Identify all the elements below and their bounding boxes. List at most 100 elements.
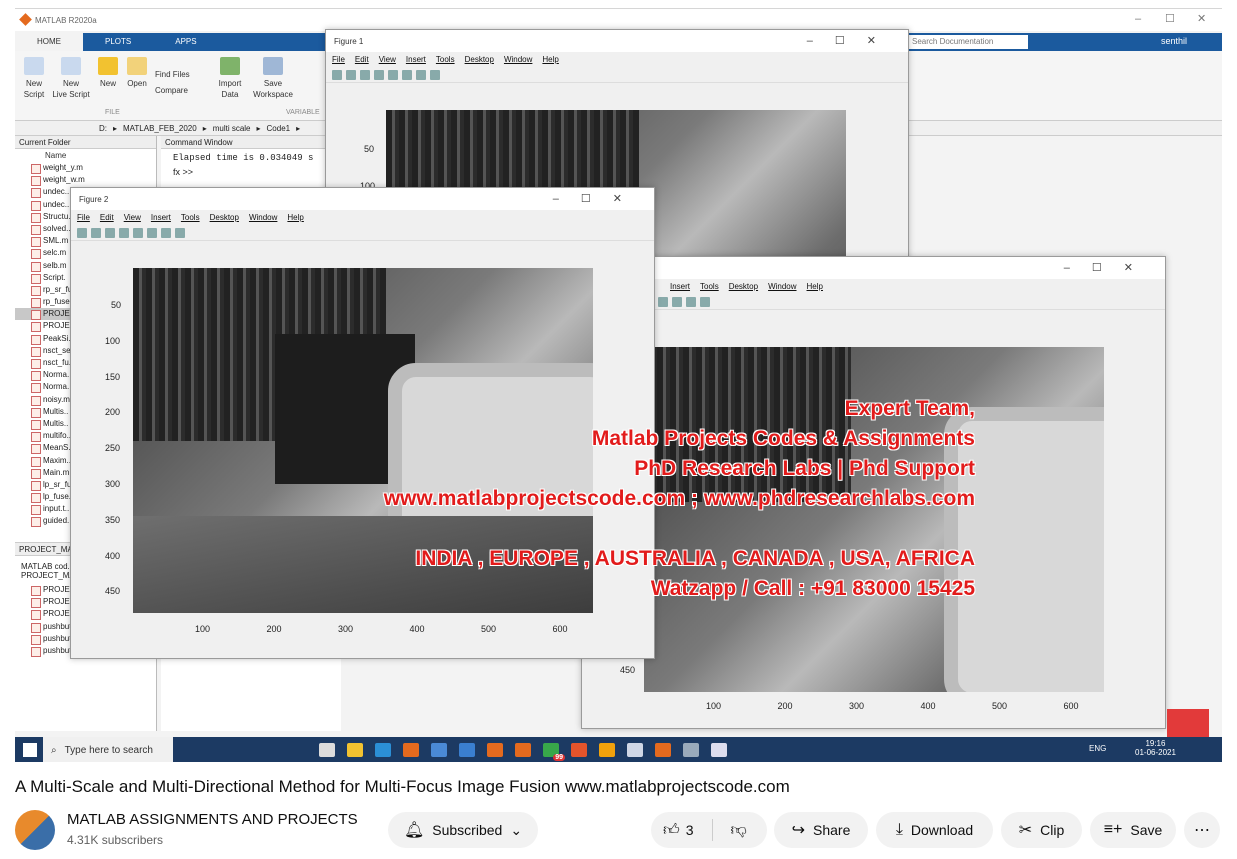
menu-item[interactable]: View — [124, 213, 141, 222]
menu-item[interactable]: Help — [542, 55, 558, 64]
name-column-header[interactable]: Name — [15, 149, 156, 162]
more-actions-button[interactable]: ⋯ — [1184, 812, 1220, 848]
menu-item[interactable]: Insert — [151, 213, 171, 222]
folder-icon — [127, 57, 147, 75]
new-script-button[interactable]: New Script — [19, 57, 49, 100]
menu-item[interactable]: Tools — [700, 282, 719, 291]
menu-item[interactable]: File — [77, 213, 90, 222]
import-data-button[interactable]: Import Data — [215, 57, 245, 100]
promo-line: PhD Research Labs | Phd Support — [634, 457, 975, 480]
like-button[interactable]: 👍︎ 3 — [663, 821, 694, 840]
menu-item[interactable]: View — [379, 55, 396, 64]
channel-name[interactable]: MATLAB ASSIGNMENTS AND PROJECTS — [67, 811, 358, 828]
menu-item[interactable]: Desktop — [729, 282, 758, 291]
photos-icon[interactable] — [655, 743, 671, 757]
x-tick-label: 600 — [1063, 701, 1079, 711]
y-tick-label: 350 — [105, 514, 121, 525]
promo-line — [285, 514, 975, 544]
x-tick-label: 200 — [777, 701, 793, 711]
tab-apps[interactable]: APPS — [153, 33, 218, 51]
x-tick-label: 100 — [195, 624, 211, 634]
window-controls[interactable]: –☐✕ — [807, 34, 898, 47]
find-files-button[interactable]: Find Files — [155, 69, 209, 80]
menu-item[interactable]: File — [332, 55, 345, 64]
window-controls[interactable]: –☐✕ — [553, 192, 644, 205]
menu-item[interactable]: Help — [287, 213, 303, 222]
save-button[interactable]: ≡+ Save — [1090, 812, 1176, 848]
windows-start-icon[interactable] — [23, 743, 37, 757]
promo-line: Watzapp / Call : +91 83000 15425 — [650, 577, 975, 600]
thumbs-down-icon[interactable]: 👎︎ — [731, 821, 747, 840]
minimize-icon[interactable]: – — [1135, 13, 1141, 25]
taskview-icon[interactable] — [319, 743, 335, 757]
menu-item[interactable]: Window — [768, 282, 796, 291]
compare-button[interactable]: Compare — [155, 85, 209, 96]
menu-item[interactable]: Window — [249, 213, 277, 222]
file-list-item[interactable]: weight_w.m — [15, 174, 156, 187]
x-tick-label: 600 — [552, 624, 568, 634]
y-tick-label: 50 — [111, 300, 122, 310]
tab-plots[interactable]: PLOTS — [83, 33, 153, 51]
path-segment[interactable]: Code1 — [267, 124, 291, 133]
matlab-logo-icon — [19, 13, 32, 26]
figure-2-menubar: File Edit View Insert Tools Desktop Window Help — [71, 210, 654, 225]
video-player[interactable]: MATLAB R2020a – ☐ ✕ HOME PLOTS APPS Sear… — [15, 8, 1222, 762]
close-icon[interactable]: ✕ — [1197, 12, 1206, 25]
file-explorer-icon[interactable] — [347, 743, 363, 757]
menu-item[interactable]: Insert — [670, 282, 690, 291]
maximize-icon[interactable]: ☐ — [1165, 12, 1175, 25]
matlab-icon[interactable] — [515, 743, 531, 757]
menu-item[interactable]: Edit — [355, 55, 369, 64]
window-controls[interactable]: –☐✕ — [1064, 261, 1155, 274]
save-workspace-button[interactable]: Save Workspace — [251, 57, 295, 100]
x-tick-label: 400 — [409, 624, 425, 634]
user-menu[interactable]: senthil — [1161, 36, 1187, 46]
search-icon: ⌕ — [51, 744, 57, 756]
path-segment[interactable]: D: — [99, 124, 107, 133]
app-icon[interactable] — [711, 743, 727, 757]
menu-item[interactable]: Help — [807, 282, 823, 291]
search-documentation-input[interactable]: Search Documentation — [908, 35, 1028, 49]
menu-item[interactable]: Desktop — [210, 213, 239, 222]
bell-icon: 🔔︎ — [403, 822, 425, 839]
matlab-icon[interactable] — [487, 743, 503, 757]
store-icon[interactable] — [431, 743, 447, 757]
scissors-icon: ✂ — [1018, 822, 1033, 839]
clip-button[interactable]: ✂ Clip — [1001, 812, 1082, 848]
y-tick-label: 250 — [105, 443, 121, 454]
command-window-title: Command Window — [161, 136, 341, 149]
menu-item[interactable]: Tools — [436, 55, 455, 64]
like-dislike-group: 👍︎ 3 👎︎ — [651, 812, 767, 848]
mail-icon[interactable] — [459, 743, 475, 757]
tab-home[interactable]: HOME — [15, 33, 83, 51]
menu-item[interactable]: Edit — [100, 213, 114, 222]
calculator-icon[interactable] — [627, 743, 643, 757]
file-list-item[interactable]: weight_y.m — [15, 162, 156, 175]
menu-item[interactable]: Desktop — [465, 55, 494, 64]
matlab-icon[interactable] — [403, 743, 419, 757]
new-live-script-button[interactable]: New Live Script — [51, 57, 91, 100]
taskbar-search[interactable]: ⌕ Type here to search — [43, 737, 173, 762]
menu-item[interactable]: Tools — [181, 213, 200, 222]
command-prompt[interactable]: fx >> — [161, 167, 341, 177]
open-button[interactable]: Open — [125, 57, 149, 89]
share-button[interactable]: ↪ Share — [774, 812, 868, 848]
path-segment[interactable]: MATLAB_FEB_2020 — [123, 124, 197, 133]
subscribe-button[interactable]: 🔔︎ Subscribed ⌄ — [388, 812, 538, 848]
figure-2-title: Figure 2 — [79, 194, 109, 204]
path-segment[interactable]: multi scale — [213, 124, 251, 133]
menu-item[interactable]: Window — [504, 55, 532, 64]
language-indicator[interactable]: ENG — [1089, 744, 1106, 753]
office-icon[interactable] — [571, 743, 587, 757]
menu-item[interactable]: Insert — [406, 55, 426, 64]
chrome-icon[interactable] — [599, 743, 615, 757]
paint-icon[interactable] — [683, 743, 699, 757]
share-icon: ↪ — [791, 822, 806, 839]
edge-icon[interactable] — [375, 743, 391, 757]
whatsapp-icon[interactable]: 99 — [543, 743, 565, 761]
clock[interactable]: 19:16 01-06-2021 — [1135, 739, 1176, 757]
x-tick-label: 300 — [338, 624, 354, 634]
new-button[interactable]: New — [97, 57, 119, 89]
channel-avatar[interactable] — [15, 810, 55, 850]
download-button[interactable]: ⤓ Download — [876, 812, 993, 848]
